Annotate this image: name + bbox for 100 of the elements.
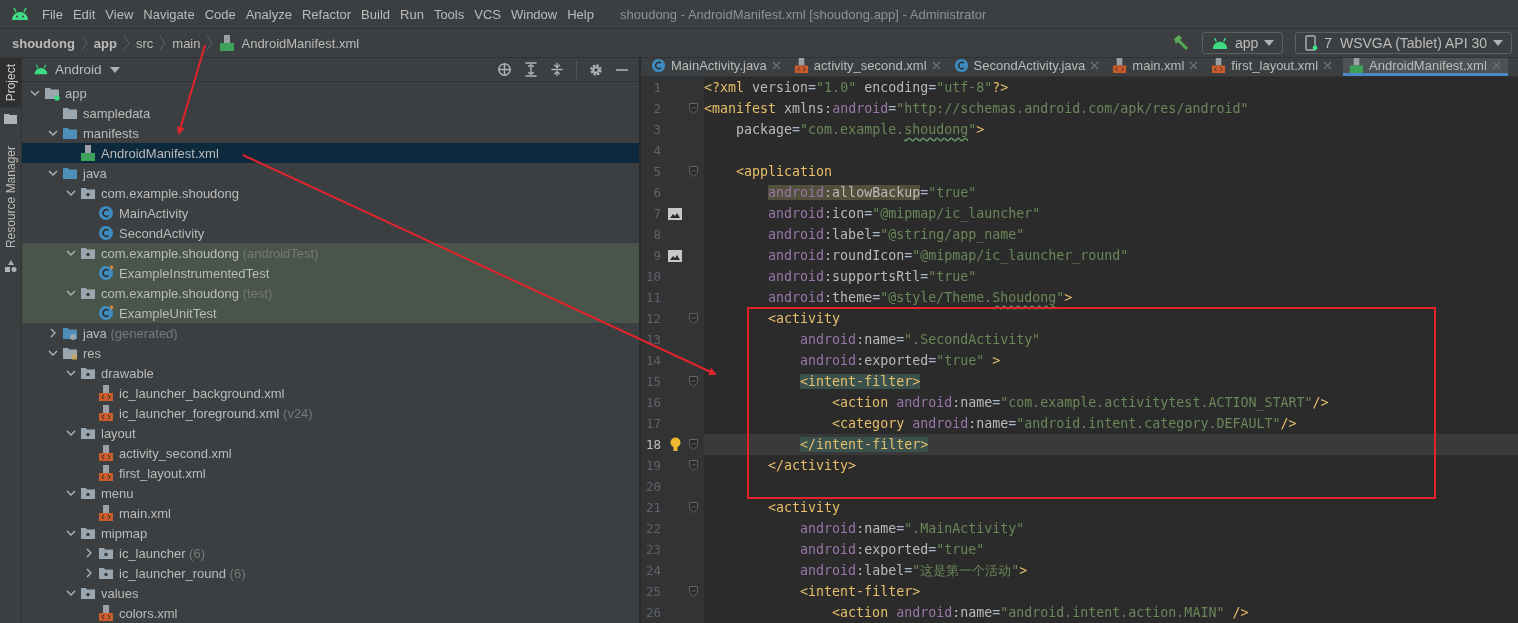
xml-file-icon (98, 505, 114, 521)
manifest-file-icon (219, 35, 236, 51)
code-line: android:theme="@style/Theme.Shoudong"> (767, 290, 1073, 305)
tree-item[interactable]: ic_launcher_foreground.xml (v24) (22, 403, 639, 423)
tree-item[interactable]: AndroidManifest.xml (22, 143, 639, 163)
device-dropdown[interactable]: 7 WSVGA (Tablet) API 30 (1295, 32, 1512, 54)
code-line: <intent-filter> (799, 584, 921, 599)
chevron-icon[interactable] (66, 248, 76, 258)
tree-item[interactable]: sampledata (22, 103, 639, 123)
menu[interactable]: VCS (474, 6, 501, 22)
code-line: <application (735, 164, 833, 179)
caret-icon (1264, 40, 1275, 46)
tool-window-tab[interactable]: Project (0, 58, 21, 108)
breadcrumb[interactable]: AndroidManifest.xml (241, 35, 360, 51)
tree-item[interactable]: values (22, 583, 639, 603)
xml-file-icon (98, 465, 114, 481)
breadcrumb[interactable]: shoudong (12, 35, 75, 51)
chevron-icon (122, 35, 130, 51)
menu[interactable]: File (42, 6, 63, 22)
tree-item[interactable]: ic_launcher_background.xml (22, 383, 639, 403)
chevron-icon[interactable] (66, 428, 76, 438)
line-number: 18 (644, 437, 661, 452)
breadcrumb[interactable]: main (172, 35, 201, 51)
editor-tab[interactable]: first_layout.xml (1209, 58, 1340, 76)
tree-item[interactable]: first_layout.xml (22, 463, 639, 483)
menu[interactable]: Help (567, 6, 594, 22)
run-configuration-dropdown[interactable]: app (1202, 32, 1284, 54)
menu[interactable]: Tools (433, 6, 465, 22)
lightbulb-icon[interactable] (669, 437, 681, 452)
tree-item[interactable]: manifests (22, 123, 639, 143)
collapse-all-icon[interactable] (550, 62, 564, 77)
editor-tab[interactable]: activity_second.xml (791, 58, 948, 76)
xml-file-icon (98, 445, 114, 461)
tree-item[interactable]: ExampleInstrumentedTest (22, 263, 639, 283)
package-folder-icon (98, 565, 114, 581)
chevron-icon[interactable] (30, 88, 40, 98)
tree-item[interactable]: menu (22, 483, 639, 503)
code-line: android:label="@string/app_name" (767, 227, 1025, 242)
code-line: android:name=".SecondActivity" (799, 332, 1041, 347)
tool-window-tab[interactable]: Resource Manager (0, 140, 21, 255)
package-folder-icon (80, 245, 96, 261)
tree-item[interactable]: ic_launcher (6) (22, 543, 639, 563)
editor-tab[interactable]: MainActivity.java (649, 58, 788, 76)
view-dropdown[interactable]: Android (55, 62, 120, 77)
breadcrumb[interactable]: app (93, 35, 117, 51)
caret-icon (1493, 40, 1503, 46)
manifest-file-icon (80, 145, 96, 161)
android-icon (1211, 36, 1229, 50)
menu[interactable]: Run (400, 6, 424, 22)
tree-item[interactable]: app (22, 83, 639, 103)
chevron-icon[interactable] (66, 288, 76, 298)
crosshair-icon[interactable] (497, 62, 512, 77)
tree-item[interactable]: ExampleUnitTest (22, 303, 639, 323)
class-icon (98, 225, 114, 241)
code-line: <activity (767, 500, 841, 515)
chevron-icon (159, 35, 167, 51)
tree-item[interactable]: res (22, 343, 639, 363)
xml-file-icon (98, 385, 114, 401)
editor-tab[interactable]: main.xml (1110, 58, 1206, 76)
tree-item[interactable]: ic_launcher_round (6) (22, 563, 639, 583)
tree-item[interactable]: main.xml (22, 503, 639, 523)
tree-item[interactable]: drawable (22, 363, 639, 383)
tree-item[interactable]: layout (22, 423, 639, 443)
chevron-icon (80, 35, 88, 51)
tree-item[interactable]: activity_second.xml (22, 443, 639, 463)
menu[interactable]: Navigate (143, 6, 195, 22)
editor-tab[interactable]: SecondActivity.java (951, 58, 1107, 76)
code-line: <action android:name="android.intent.action.MAIN" /> (831, 605, 1249, 620)
tree-item[interactable]: colors.xml (22, 603, 639, 623)
editor-tab[interactable]: AndroidManifest.xml (1343, 58, 1508, 76)
menu[interactable]: Analyze (245, 6, 292, 22)
code-line: </activity> (767, 458, 857, 473)
menu[interactable]: Build (361, 6, 390, 22)
expand-all-icon[interactable] (524, 62, 538, 77)
android-icon (33, 64, 49, 75)
settings-icon[interactable] (589, 62, 603, 77)
code-line: android:exported="true" (799, 542, 985, 557)
tree-item[interactable]: MainActivity (22, 203, 639, 223)
code-line: <?xml version="1.0" encoding="utf-8"?> (704, 80, 1009, 95)
menu[interactable]: Refactor (301, 6, 352, 22)
menu[interactable]: Code (204, 6, 236, 22)
chevron-icon[interactable] (48, 128, 58, 138)
test-class-icon (98, 265, 114, 281)
breadcrumb[interactable]: src (135, 35, 154, 51)
image-icon[interactable] (668, 249, 682, 262)
menu[interactable]: Edit (72, 6, 96, 22)
tree-item[interactable]: SecondActivity (22, 223, 639, 243)
test-class-icon (98, 305, 114, 321)
chevron-icon[interactable] (66, 488, 76, 498)
tree-item[interactable]: java (generated) (22, 323, 639, 343)
tree-item[interactable]: mipmap (22, 523, 639, 543)
image-icon[interactable] (668, 207, 682, 220)
menu[interactable]: Window (510, 6, 558, 22)
hammer-icon[interactable] (1172, 34, 1190, 52)
tree-item[interactable]: com.example.shoudong (22, 183, 639, 203)
menu[interactable]: View (105, 6, 134, 22)
shapes-icon (4, 260, 17, 273)
xml-file-icon (98, 605, 114, 621)
tree-item[interactable]: java (22, 163, 639, 183)
folder-icon (62, 125, 78, 141)
